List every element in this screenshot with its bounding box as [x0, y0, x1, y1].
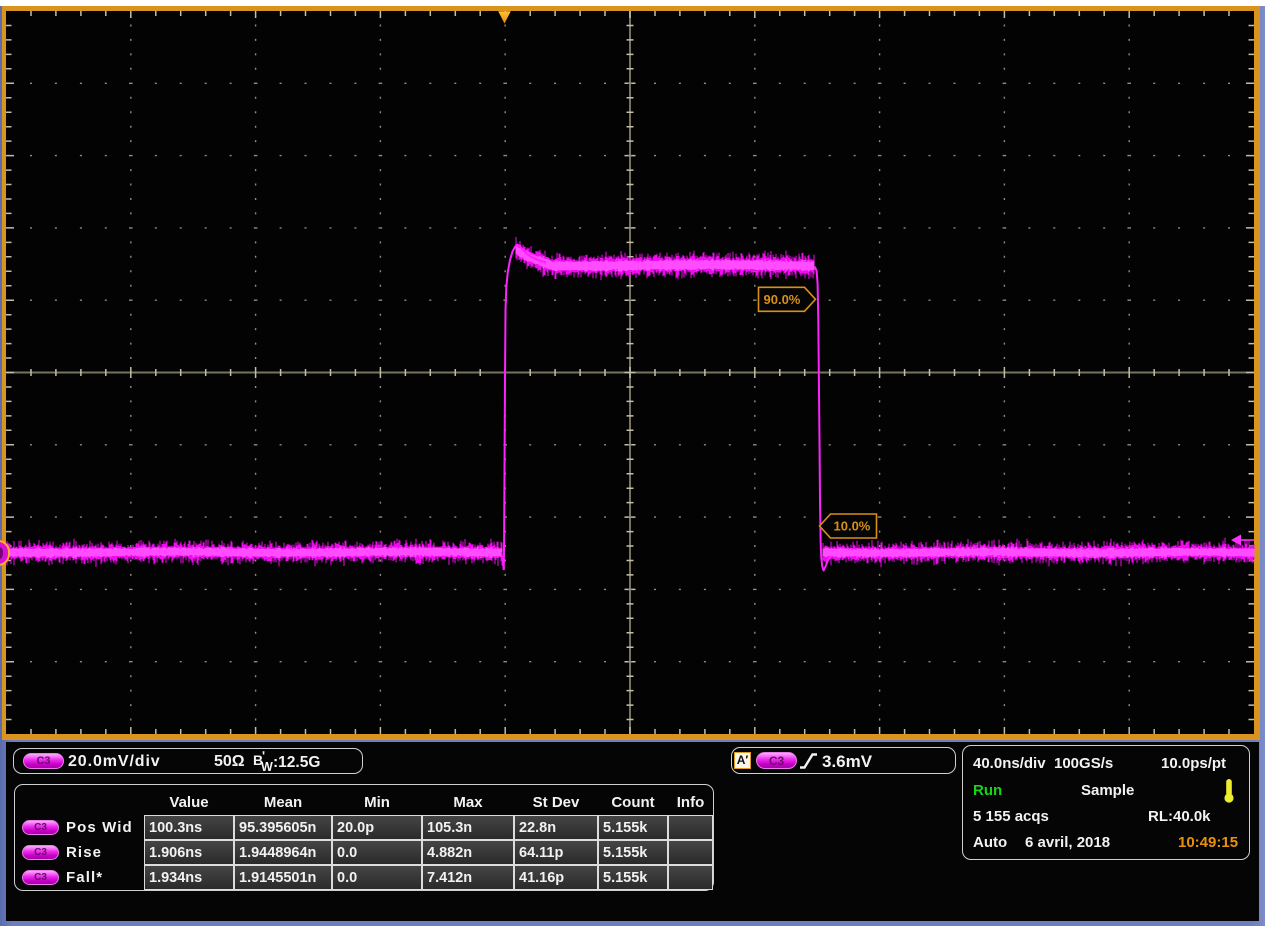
svg-text:10.0%: 10.0% [834, 519, 871, 534]
svg-text:90.0%: 90.0% [764, 292, 801, 307]
